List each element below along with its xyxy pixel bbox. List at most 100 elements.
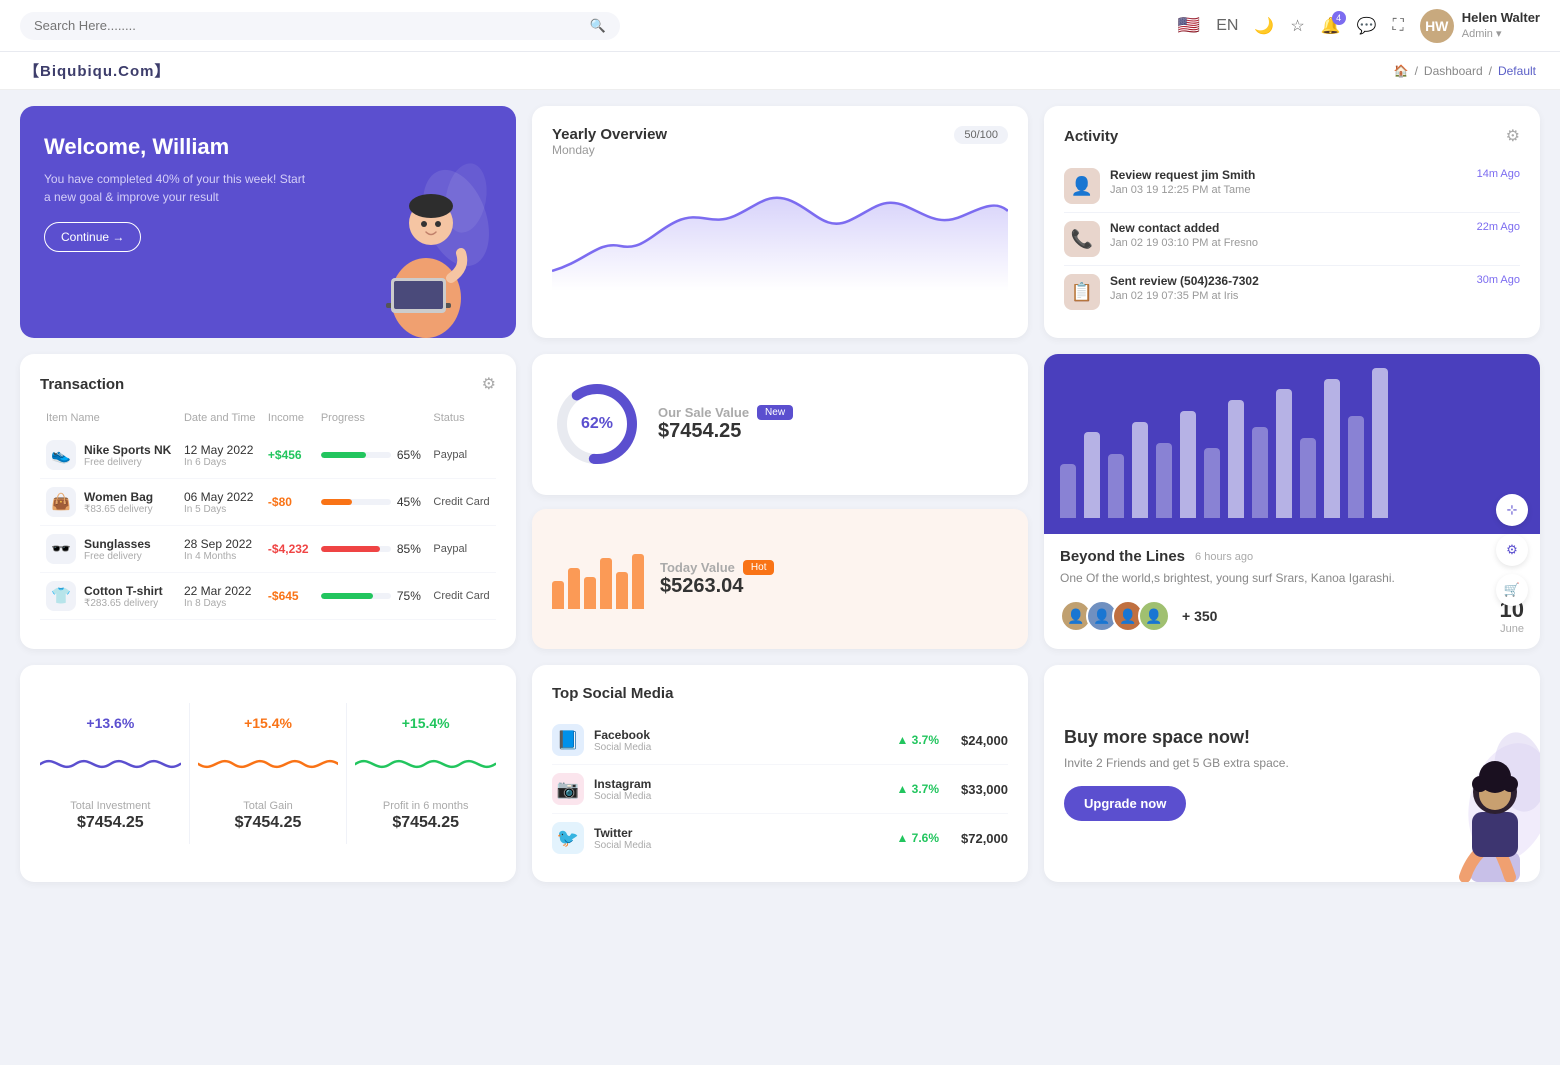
item-name: Women Bag: [84, 490, 153, 504]
progress-bar: [321, 452, 367, 458]
stat-divider: [189, 703, 190, 845]
activity-name: Sent review (504)236-7302: [1110, 274, 1467, 288]
today-bar: [552, 581, 564, 609]
status-cell: Paypal: [427, 432, 496, 479]
transaction-card: Transaction ⚙ Item NameDate and TimeInco…: [20, 354, 516, 649]
search-icon: 🔍: [590, 18, 606, 34]
welcome-illustration: [346, 106, 506, 338]
upgrade-illustration: [1400, 722, 1540, 882]
beyond-desc: One Of the world,s brightest, young surf…: [1060, 571, 1524, 585]
activity-item: 📋 Sent review (504)236-7302 Jan 02 19 07…: [1064, 266, 1520, 318]
beyond-avatars-row: 👤 👤 👤 👤 + 350: [1060, 600, 1217, 632]
activity-item: 👤 Review request jim Smith Jan 03 19 12:…: [1064, 160, 1520, 213]
social-name: Facebook: [594, 728, 651, 742]
today-bar-chart: [552, 549, 644, 609]
upgrade-desc: Invite 2 Friends and get 5 GB extra spac…: [1064, 756, 1338, 770]
beyond-cart-icon[interactable]: 🛒: [1496, 574, 1528, 606]
progress-cell: 45%: [315, 479, 428, 526]
continue-button[interactable]: Continue →: [44, 222, 141, 252]
top-navigation: 🔍 🇺🇸 EN 🌙 ☆ 🔔 4 💬 ⛶ HW Helen Walter Admi…: [0, 0, 1560, 52]
date-cell: 22 Mar 2022 In 8 Days: [178, 573, 262, 620]
status-cell: Credit Card: [427, 479, 496, 526]
social-title: Top Social Media: [552, 685, 1008, 702]
notification-icon[interactable]: 🔔 4: [1321, 16, 1341, 36]
flag-icon: 🇺🇸: [1178, 15, 1200, 36]
date-cell: 28 Sep 2022 In 4 Months: [178, 526, 262, 573]
social-value: $24,000: [961, 733, 1008, 748]
today-value-card: Today Value Hot $5263.04: [532, 509, 1028, 650]
beyond-title-row: Beyond the Lines 6 hours ago: [1060, 548, 1524, 565]
social-item: 🐦 Twitter Social Media ▲ 7.6% $72,000: [552, 814, 1008, 862]
yearly-badge: 50/100: [954, 126, 1008, 144]
activity-settings-icon[interactable]: ⚙: [1506, 126, 1520, 146]
date-sub: In 6 Days: [184, 457, 256, 468]
progress-bar: [321, 593, 374, 599]
item-cell: 👟 Nike Sports NK Free delivery: [40, 432, 178, 479]
brand-logo: 【Biqubiqu.Com】: [24, 60, 170, 81]
upgrade-button[interactable]: Upgrade now: [1064, 786, 1186, 821]
sale-amount: $7454.25: [658, 420, 793, 443]
income-cell: -$4,232: [262, 526, 315, 573]
activity-info: Review request jim Smith Jan 03 19 12:25…: [1110, 168, 1467, 196]
lang-label[interactable]: EN: [1216, 17, 1238, 35]
wave-chart: [40, 739, 181, 789]
social-pct: ▲ 7.6%: [661, 831, 939, 845]
item-sub: ₹283.65 delivery: [84, 598, 163, 609]
beyond-card: ⊹ ⚙ 🛒 Beyond the Lines 6 hours ago One O…: [1044, 354, 1540, 649]
breadcrumb-sep1: /: [1415, 64, 1418, 78]
notification-badge: 4: [1332, 11, 1346, 25]
stat-pct: +15.4%: [355, 715, 496, 731]
stat-amount: $7454.25: [40, 814, 181, 832]
income-cell: -$645: [262, 573, 315, 620]
bookmark-icon[interactable]: ☆: [1290, 16, 1304, 36]
beyond-bar: [1060, 464, 1076, 518]
activity-card: Activity ⚙ 👤 Review request jim Smith Ja…: [1044, 106, 1540, 338]
item-name: Cotton T-shirt: [84, 584, 163, 598]
table-header: Progress: [315, 408, 428, 432]
table-row: 👟 Nike Sports NK Free delivery 12 May 20…: [40, 432, 496, 479]
social-item: 📘 Facebook Social Media ▲ 3.7% $24,000: [552, 716, 1008, 765]
new-badge: New: [757, 405, 793, 420]
today-label: Today Value: [660, 560, 735, 575]
avatar: HW: [1420, 9, 1454, 43]
hot-badge: Hot: [743, 560, 775, 575]
progress-pct: 75%: [397, 589, 421, 603]
transaction-settings-icon[interactable]: ⚙: [482, 374, 496, 394]
today-info: Today Value Hot $5263.04: [660, 560, 774, 598]
social-type: Social Media: [594, 742, 651, 753]
table-header: Status: [427, 408, 496, 432]
date-sub: In 8 Days: [184, 598, 256, 609]
beyond-bar: [1348, 416, 1364, 518]
sale-section: 62% Our Sale Value New $7454.25 Today Va…: [532, 354, 1028, 649]
activity-time: 14m Ago: [1477, 168, 1520, 180]
breadcrumb-dashboard[interactable]: Dashboard: [1424, 64, 1483, 78]
beyond-gear-icon[interactable]: ⚙: [1496, 534, 1528, 566]
breadcrumb-sep2: /: [1489, 64, 1492, 78]
income-cell: +$456: [262, 432, 315, 479]
chat-icon[interactable]: 💬: [1357, 16, 1377, 36]
user-menu[interactable]: HW Helen Walter Admin ▾: [1420, 9, 1540, 43]
beyond-bar: [1252, 427, 1268, 518]
item-name: Sunglasses: [84, 537, 151, 551]
transaction-title: Transaction: [40, 376, 124, 393]
item-sub: Free delivery: [84, 457, 171, 468]
social-item: 📷 Instagram Social Media ▲ 3.7% $33,000: [552, 765, 1008, 814]
home-icon[interactable]: 🏠: [1394, 64, 1409, 78]
stat-item: +13.6% Total Investment $7454.25: [40, 715, 181, 832]
stat-divider: [346, 703, 347, 845]
progress-cell: 85%: [315, 526, 428, 573]
search-input[interactable]: [34, 18, 582, 33]
beyond-cursor-icon[interactable]: ⊹: [1496, 494, 1528, 526]
item-cell: 👕 Cotton T-shirt ₹283.65 delivery: [40, 573, 178, 620]
fullscreen-icon[interactable]: ⛶: [1393, 17, 1404, 35]
item-cell: 🕶️ Sunglasses Free delivery: [40, 526, 178, 573]
transaction-table: Item NameDate and TimeIncomeProgressStat…: [40, 408, 496, 620]
social-name: Twitter: [594, 826, 651, 840]
activity-time: 22m Ago: [1477, 221, 1520, 233]
status-cell: Credit Card: [427, 573, 496, 620]
today-bar: [584, 577, 596, 609]
item-icon: 🕶️: [46, 534, 76, 564]
dark-mode-icon[interactable]: 🌙: [1254, 16, 1274, 36]
beyond-bar: [1228, 400, 1244, 518]
activity-name: New contact added: [1110, 221, 1467, 235]
